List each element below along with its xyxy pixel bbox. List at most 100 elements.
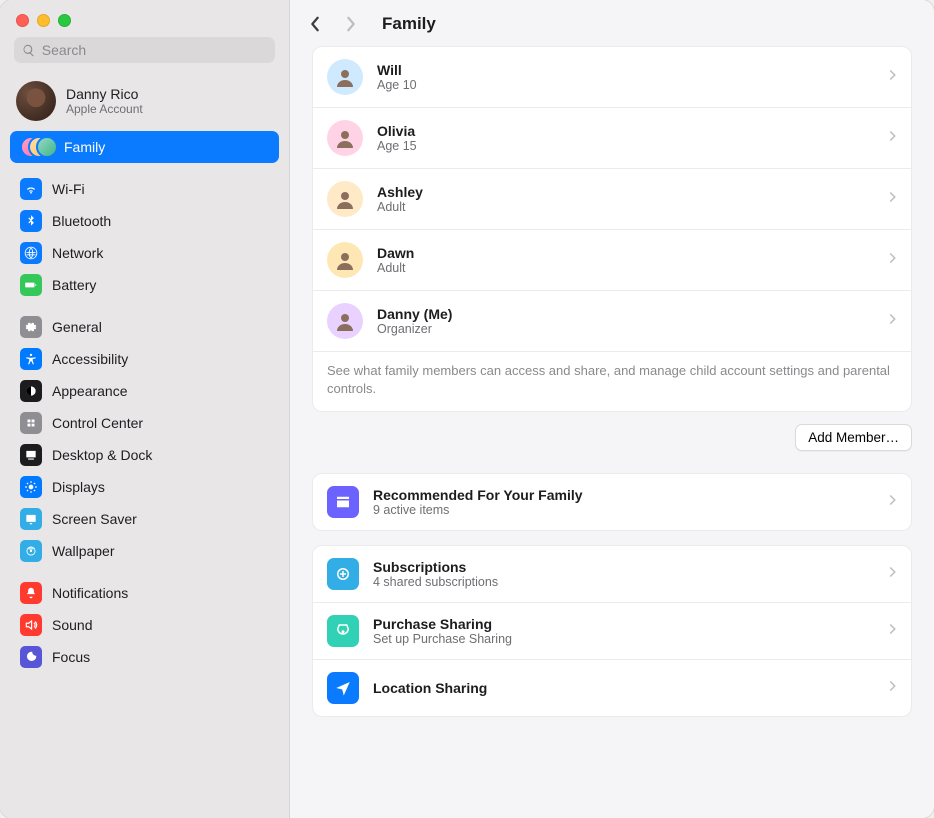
sidebar-item-battery[interactable]: Battery <box>10 269 279 301</box>
member-name: Dawn <box>377 245 414 261</box>
family-member-row[interactable]: AshleyAdult <box>313 168 911 229</box>
family-member-row[interactable]: OliviaAge 15 <box>313 107 911 168</box>
member-name: Will <box>377 62 417 78</box>
sidebar-item-label: Bluetooth <box>52 213 111 229</box>
feature-row-purchase[interactable]: Purchase SharingSet up Purchase Sharing <box>313 602 911 659</box>
nav-back-button[interactable] <box>308 16 322 32</box>
member-avatar <box>327 181 363 217</box>
chevron-right-icon <box>888 251 897 270</box>
close-window-button[interactable] <box>16 14 29 27</box>
family-avatars-icon <box>20 136 54 158</box>
member-avatar <box>327 303 363 339</box>
sound-icon <box>20 614 42 636</box>
sidebar-item-label: Sound <box>52 617 92 633</box>
feature-title: Subscriptions <box>373 559 498 575</box>
general-icon <box>20 316 42 338</box>
sidebar-list: Family Wi-Fi Bluetooth Network Battery Gene… <box>0 131 289 683</box>
sidebar-item-accessibility[interactable]: Accessibility <box>10 343 279 375</box>
feature-sub: Set up Purchase Sharing <box>373 632 512 646</box>
feature-title: Location Sharing <box>373 680 487 696</box>
chevron-right-icon <box>888 493 897 512</box>
member-name: Danny (Me) <box>377 306 452 322</box>
bluetooth-icon <box>20 210 42 232</box>
account-name: Danny Rico <box>66 86 143 102</box>
content-pane: Family WillAge 10 OliviaAge 15 AshleyAdu… <box>290 0 934 818</box>
member-sub: Organizer <box>377 322 452 336</box>
screensaver-icon <box>20 508 42 530</box>
battery-icon <box>20 274 42 296</box>
family-member-row[interactable]: DawnAdult <box>313 229 911 290</box>
sidebar-item-network[interactable]: Network <box>10 237 279 269</box>
sidebar-item-label: Battery <box>52 277 96 293</box>
sidebar-item-label: General <box>52 319 102 335</box>
sidebar-item-label: Appearance <box>52 383 128 399</box>
sidebar-item-label: Control Center <box>52 415 143 431</box>
page-title: Family <box>382 14 436 34</box>
displays-icon <box>20 476 42 498</box>
wallpaper-icon <box>20 540 42 562</box>
sidebar-item-label: Wallpaper <box>52 543 115 559</box>
feature-sub: 4 shared subscriptions <box>373 575 498 589</box>
feature-row-subscriptions[interactable]: Subscriptions4 shared subscriptions <box>313 546 911 602</box>
feature-row-location[interactable]: Location Sharing <box>313 659 911 716</box>
sidebar-item-controlcenter[interactable]: Control Center <box>10 407 279 439</box>
sidebar-item-desktopdock[interactable]: Desktop & Dock <box>10 439 279 471</box>
sidebar-item-sound[interactable]: Sound <box>10 609 279 641</box>
sidebar-item-wifi[interactable]: Wi-Fi <box>10 173 279 205</box>
members-footnote: See what family members can access and s… <box>313 351 911 411</box>
member-avatar <box>327 242 363 278</box>
sidebar-item-displays[interactable]: Displays <box>10 471 279 503</box>
search-field[interactable] <box>14 37 275 63</box>
chevron-right-icon <box>888 622 897 641</box>
purchase-icon <box>327 615 359 647</box>
sidebar-item-wallpaper[interactable]: Wallpaper <box>10 535 279 567</box>
recommended-title: Recommended For Your Family <box>373 487 583 503</box>
apple-account-row[interactable]: Danny Rico Apple Account <box>0 73 289 131</box>
recommended-row[interactable]: Recommended For Your Family 9 active ite… <box>313 474 911 530</box>
chevron-right-icon <box>888 129 897 148</box>
sidebar-item-label: Screen Saver <box>52 511 137 527</box>
sidebar-item-general[interactable]: General <box>10 311 279 343</box>
sidebar-item-family[interactable]: Family <box>10 131 279 163</box>
search-icon <box>22 43 36 58</box>
family-member-row[interactable]: WillAge 10 <box>313 47 911 107</box>
chevron-right-icon <box>888 190 897 209</box>
chevron-right-icon <box>888 68 897 87</box>
search-input[interactable] <box>42 42 267 58</box>
sidebar-item-focus[interactable]: Focus <box>10 641 279 673</box>
window-controls <box>0 0 289 37</box>
sharing-features-card: Subscriptions4 shared subscriptions Purc… <box>312 545 912 717</box>
recommended-icon <box>327 486 359 518</box>
chevron-right-icon <box>888 679 897 698</box>
member-avatar <box>327 120 363 156</box>
fullscreen-window-button[interactable] <box>58 14 71 27</box>
network-icon <box>20 242 42 264</box>
subscriptions-icon <box>327 558 359 590</box>
feature-title: Purchase Sharing <box>373 616 512 632</box>
sidebar: Danny Rico Apple Account Family Wi-Fi Blu… <box>0 0 290 818</box>
member-sub: Age 10 <box>377 78 417 92</box>
sidebar-item-bluetooth[interactable]: Bluetooth <box>10 205 279 237</box>
member-sub: Adult <box>377 200 423 214</box>
desktopdock-icon <box>20 444 42 466</box>
family-member-row[interactable]: Danny (Me)Organizer <box>313 290 911 351</box>
focus-icon <box>20 646 42 668</box>
family-members-card: WillAge 10 OliviaAge 15 AshleyAdult Dawn… <box>312 46 912 412</box>
sidebar-item-appearance[interactable]: Appearance <box>10 375 279 407</box>
member-sub: Age 15 <box>377 139 417 153</box>
sidebar-item-label: Displays <box>52 479 105 495</box>
chevron-right-icon <box>888 312 897 331</box>
sidebar-item-screensaver[interactable]: Screen Saver <box>10 503 279 535</box>
settings-window: Danny Rico Apple Account Family Wi-Fi Blu… <box>0 0 934 818</box>
sidebar-item-label: Network <box>52 245 103 261</box>
nav-forward-button[interactable] <box>344 16 358 32</box>
member-sub: Adult <box>377 261 414 275</box>
account-subtitle: Apple Account <box>66 102 143 116</box>
appearance-icon <box>20 380 42 402</box>
sidebar-item-label: Accessibility <box>52 351 128 367</box>
controlcenter-icon <box>20 412 42 434</box>
add-member-button[interactable]: Add Member… <box>795 424 912 451</box>
sidebar-item-label: Wi-Fi <box>52 181 85 197</box>
sidebar-item-notifications[interactable]: Notifications <box>10 577 279 609</box>
minimize-window-button[interactable] <box>37 14 50 27</box>
